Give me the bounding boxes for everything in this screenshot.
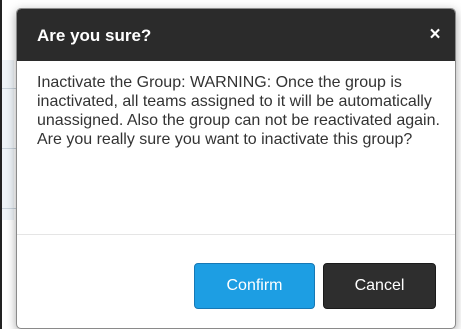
cancel-button[interactable]: Cancel bbox=[323, 263, 436, 309]
background-divider bbox=[2, 208, 16, 209]
dialog-header: Are you sure? × bbox=[17, 9, 455, 61]
page: Are you sure? × Inactivate the Group: WA… bbox=[0, 0, 461, 329]
background-divider bbox=[2, 88, 16, 89]
confirm-dialog: Are you sure? × Inactivate the Group: WA… bbox=[16, 8, 456, 329]
background-divider bbox=[2, 148, 16, 149]
confirm-button[interactable]: Confirm bbox=[194, 263, 315, 309]
close-icon[interactable]: × bbox=[425, 24, 445, 46]
dialog-message: Inactivate the Group: WARNING: Once the … bbox=[37, 74, 440, 148]
dialog-title: Are you sure? bbox=[37, 26, 152, 45]
background-page-strip bbox=[2, 60, 14, 220]
dialog-footer-divider bbox=[17, 234, 455, 235]
